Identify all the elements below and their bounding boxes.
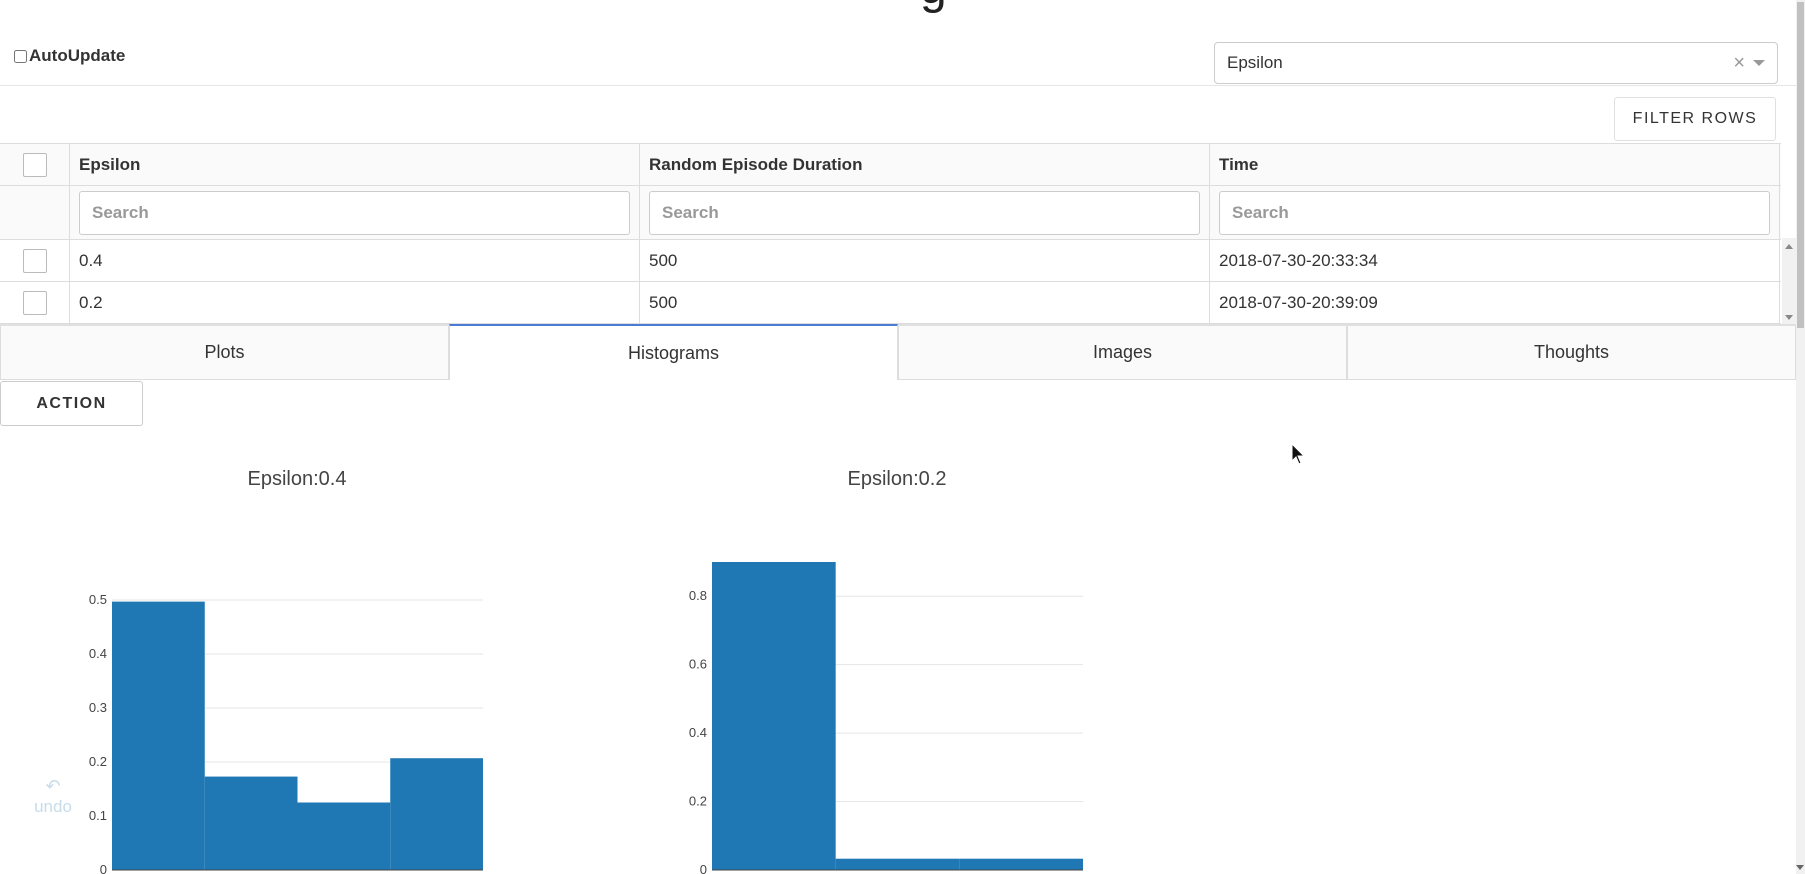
column-select-value: Epsilon: [1227, 53, 1283, 72]
cell-epsilon: 0.2: [70, 282, 640, 323]
column-select[interactable]: Epsilon ×: [1214, 42, 1778, 84]
scroll-up-icon[interactable]: [1785, 244, 1793, 249]
clear-icon[interactable]: ×: [1733, 52, 1745, 75]
undo-button[interactable]: ↶ undo: [28, 776, 78, 817]
histogram-bar[interactable]: [390, 758, 483, 870]
y-tick-label: 0.6: [689, 657, 707, 672]
tab-histograms[interactable]: Histograms: [449, 324, 898, 380]
search-row-spacer: [0, 186, 70, 239]
y-tick-label: 0.4: [689, 725, 707, 740]
column-header-time[interactable]: Time: [1210, 144, 1780, 185]
cell-epsilon: 0.4: [70, 240, 640, 281]
column-header-duration[interactable]: Random Episode Duration: [640, 144, 1210, 185]
tab-images[interactable]: Images: [898, 326, 1347, 380]
table-scrollbar[interactable]: [1782, 238, 1796, 324]
y-tick-label: 0.1: [89, 808, 107, 823]
y-tick-label: 0: [100, 862, 107, 874]
y-tick-label: 0.2: [89, 754, 107, 769]
undo-icon: ↶: [45, 776, 61, 796]
scrollbar-thumb[interactable]: [1797, 2, 1804, 328]
histogram-bar[interactable]: [204, 776, 298, 870]
table-row[interactable]: 0.2 500 2018-07-30-20:39:09: [0, 282, 1781, 324]
search-input-epsilon[interactable]: [79, 190, 630, 235]
y-tick-label: 0.2: [689, 794, 707, 809]
table-header-row: Epsilon Random Episode Duration Time: [0, 144, 1781, 186]
column-header-epsilon[interactable]: Epsilon: [70, 144, 640, 185]
y-tick-label: 0.8: [689, 588, 707, 603]
search-input-time[interactable]: [1219, 190, 1770, 235]
header-checkbox-cell: [0, 144, 70, 185]
histogram-bar[interactable]: [959, 858, 1083, 870]
y-tick-label: 0: [700, 862, 707, 874]
mouse-cursor-icon: [1291, 443, 1306, 465]
scroll-down-icon[interactable]: [1785, 315, 1793, 320]
cell-time: 2018-07-30-20:39:09: [1210, 282, 1780, 323]
filter-rows-button[interactable]: FILTER ROWS: [1614, 97, 1776, 141]
table-search-row: [0, 186, 1781, 240]
autoupdate-toggle[interactable]: AutoUpdate: [14, 46, 125, 66]
page-scrollbar[interactable]: [1796, 0, 1805, 874]
row-checkbox[interactable]: [22, 290, 47, 315]
row-checkbox-cell: [0, 282, 70, 323]
histogram-chart-epsilon-0-2: 0 0.2 0.4 0.6 0.8: [689, 562, 1083, 874]
row-checkbox-cell: [0, 240, 70, 281]
action-button[interactable]: ACTION: [0, 381, 143, 426]
page-title: g: [920, 0, 947, 15]
cell-duration: 500: [640, 240, 1210, 281]
y-tick-label: 0.5: [89, 592, 107, 607]
chevron-down-icon[interactable]: [1753, 60, 1765, 66]
histogram-bar[interactable]: [297, 802, 391, 871]
row-checkbox[interactable]: [22, 248, 47, 273]
experiments-table: Epsilon Random Episode Duration Time 0.4…: [0, 143, 1781, 324]
table-row[interactable]: 0.4 500 2018-07-30-20:33:34: [0, 240, 1781, 282]
autoupdate-label: AutoUpdate: [29, 46, 126, 65]
search-cell-epsilon: [70, 186, 640, 239]
select-all-checkbox[interactable]: [22, 152, 47, 177]
scroll-down-icon[interactable]: [1796, 865, 1804, 870]
cell-duration: 500: [640, 282, 1210, 323]
histogram-bar[interactable]: [712, 562, 836, 870]
y-tick-label: 0.4: [89, 646, 107, 661]
cell-time: 2018-07-30-20:33:34: [1210, 240, 1780, 281]
histogram-chart-epsilon-0-4: 0 0.1 0.2 0.3 0.4 0.5: [89, 592, 483, 874]
tab-plots[interactable]: Plots: [0, 326, 449, 380]
search-input-duration[interactable]: [649, 190, 1200, 235]
histogram-bar[interactable]: [835, 858, 960, 870]
view-tabs: Plots Histograms Images Thoughts: [0, 324, 1796, 380]
undo-label: undo: [34, 797, 72, 816]
search-cell-duration: [640, 186, 1210, 239]
divider: [0, 85, 1796, 86]
search-cell-time: [1210, 186, 1780, 239]
chart-title-epsilon-0-2: Epsilon:0.2: [847, 468, 947, 490]
y-tick-label: 0.3: [89, 700, 107, 715]
autoupdate-checkbox[interactable]: [14, 49, 27, 63]
chart-title-epsilon-0-4: Epsilon:0.4: [247, 468, 347, 490]
tab-thoughts[interactable]: Thoughts: [1347, 326, 1796, 380]
histogram-bar[interactable]: [112, 601, 205, 870]
